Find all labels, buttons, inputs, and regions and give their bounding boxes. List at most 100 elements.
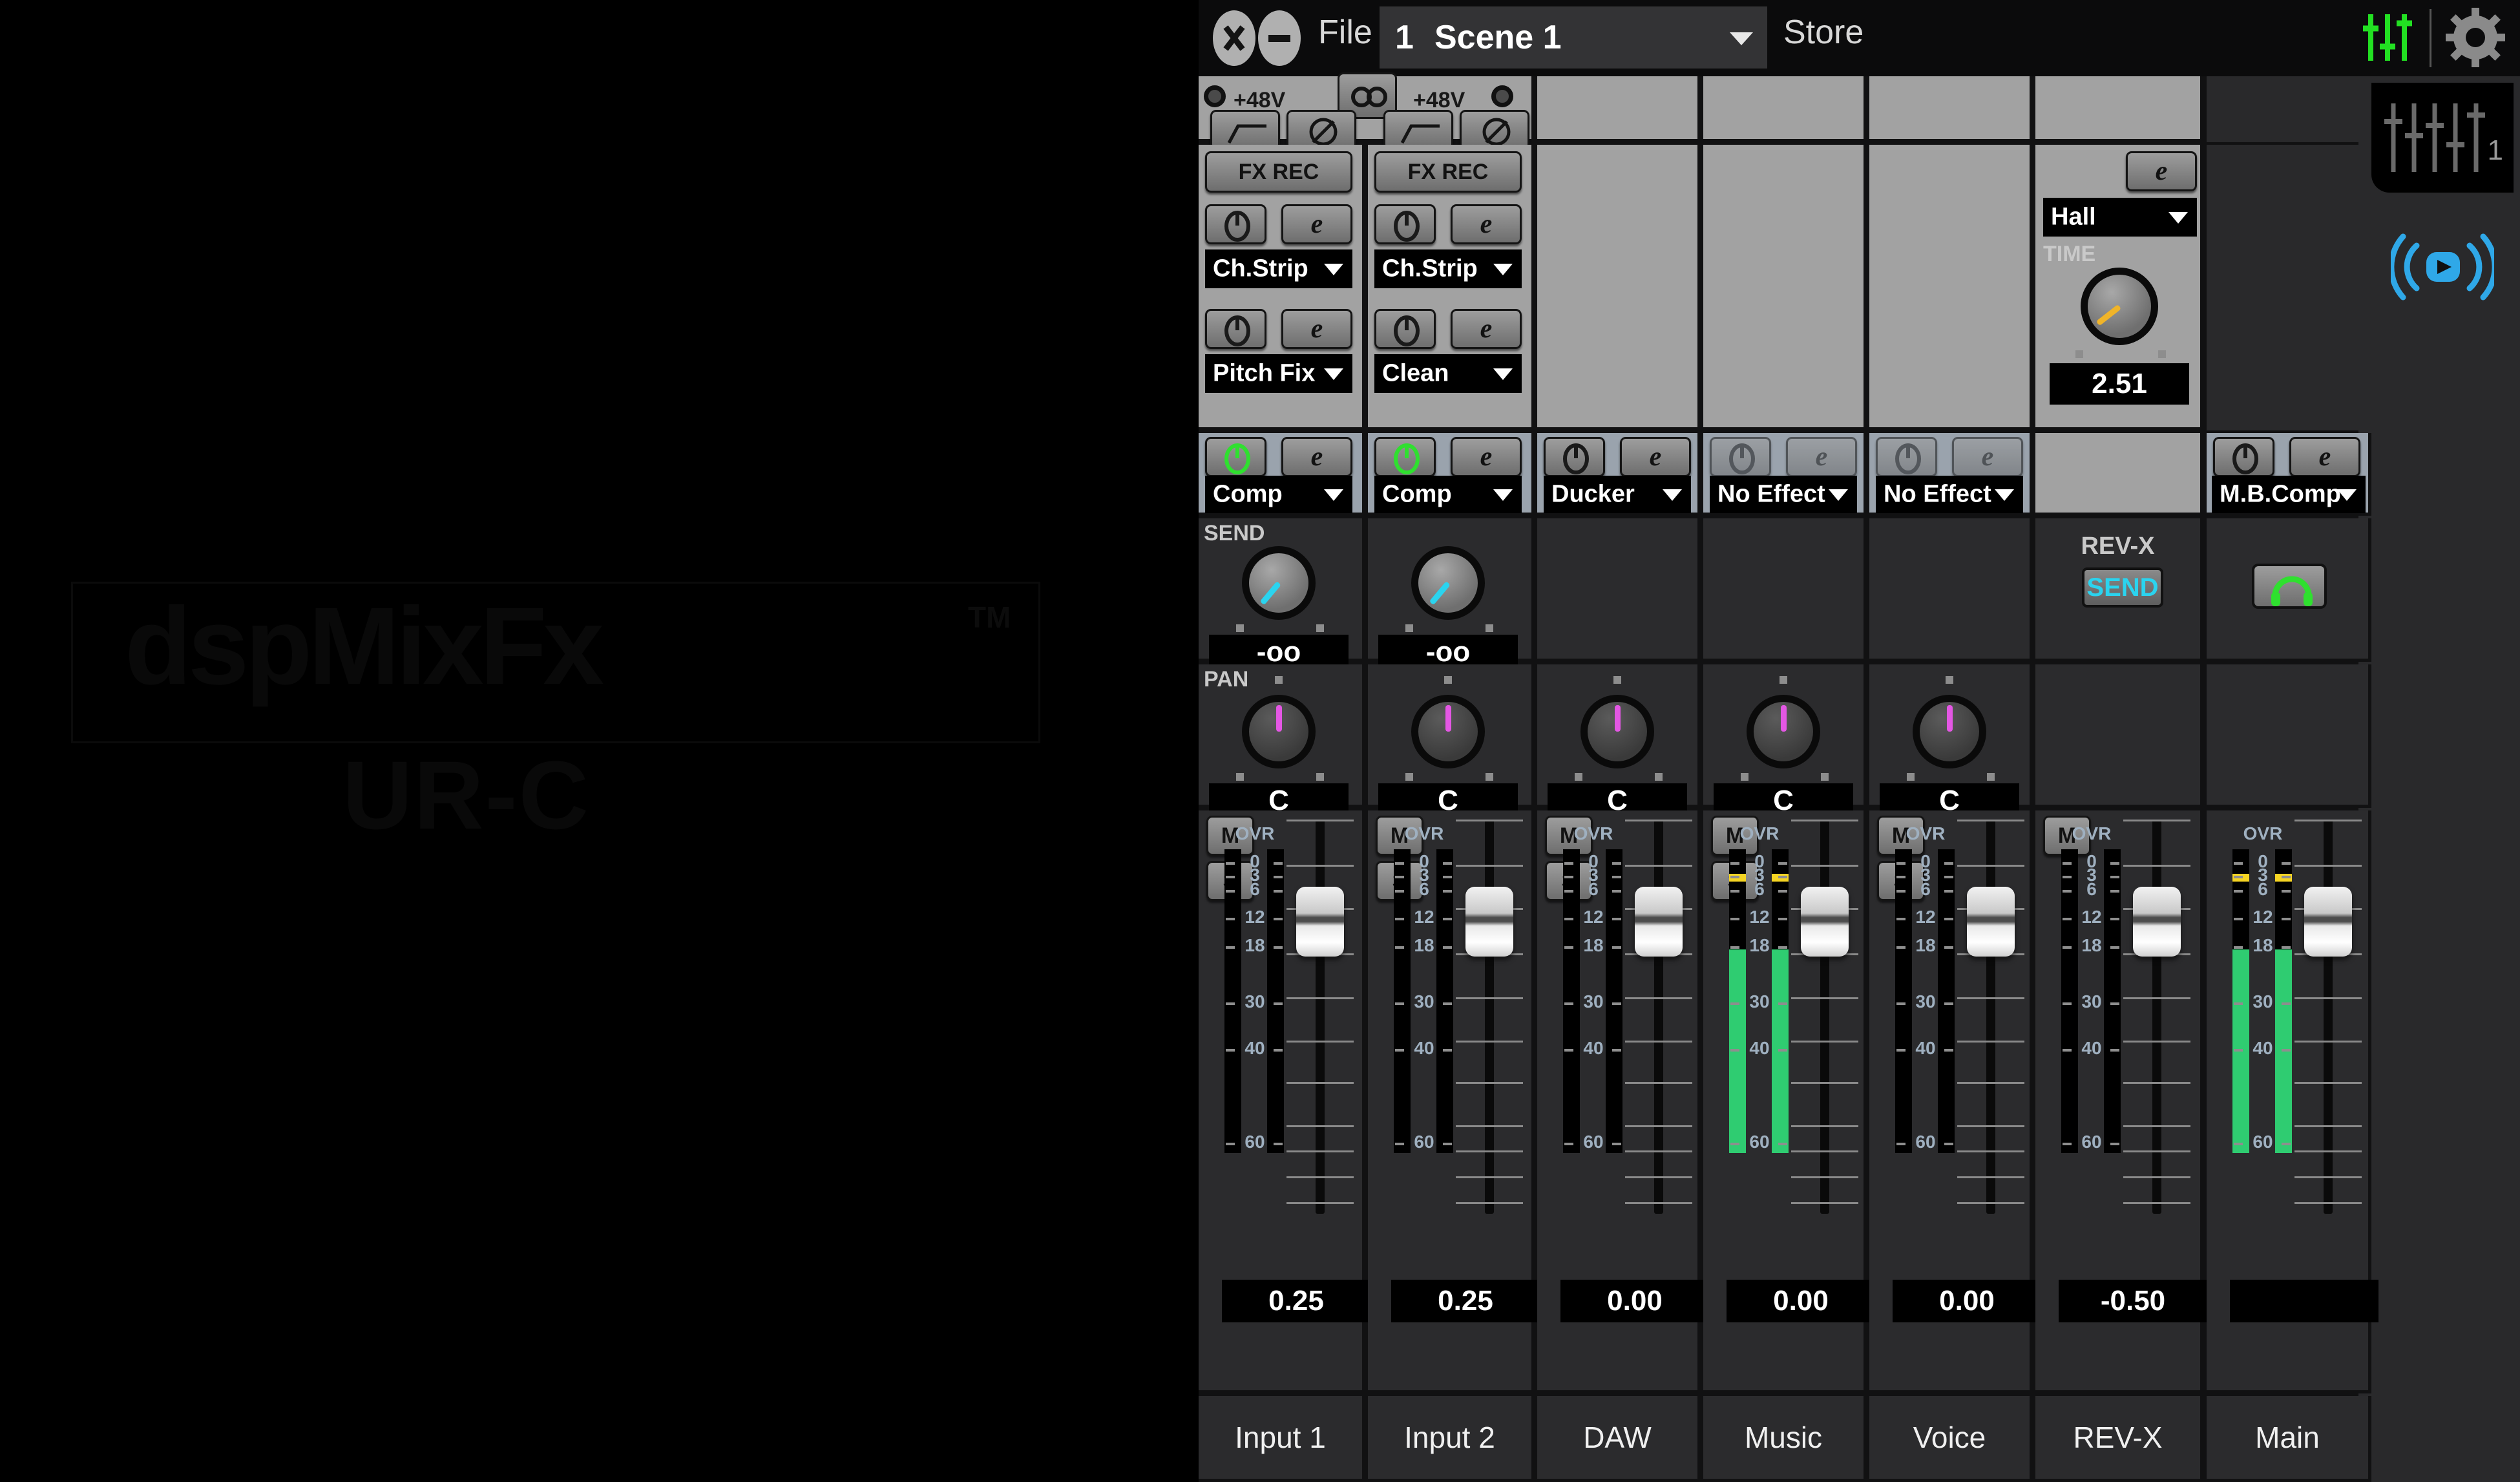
file-menu[interactable]: File [1318,13,1372,52]
channel-name-cell[interactable]: Music [1703,1396,1867,1482]
power-toggle-button[interactable] [2213,437,2274,477]
highpass-filter-icon[interactable] [1210,110,1280,150]
pan-knob[interactable] [1747,695,1820,768]
fader-track[interactable] [1820,820,1829,1214]
edit-button[interactable]: e [2289,437,2360,477]
edit-button[interactable]: e [1281,204,1352,244]
fader-handle[interactable] [2133,886,2181,957]
fader-handle[interactable] [1296,886,1344,957]
edit-button[interactable]: e [1451,204,1522,244]
channel-name-cell[interactable]: Voice [1869,1396,2033,1482]
channel-name-cell[interactable]: Input 1 [1199,1396,1365,1482]
meter-scale-label: 18 [1749,935,1770,955]
pan-knob[interactable] [1913,695,1986,768]
power-toggle-button[interactable] [1374,204,1436,244]
fader-scale-line [1456,1201,1523,1204]
effect-select[interactable]: No Effect [1710,476,1857,513]
power-toggle-button[interactable] [1544,437,1605,477]
phase-invert-icon[interactable] [1460,110,1529,150]
reverb-time-knob[interactable] [2081,268,2158,345]
edit-button[interactable]: e [1451,309,1522,349]
power-toggle-button[interactable] [1710,437,1771,477]
channel-strip-select[interactable]: Ch.Strip [1205,249,1352,288]
power-toggle-button[interactable] [1205,204,1266,244]
empty-cell [2207,76,2371,142]
channel-name-cell[interactable]: Main [2207,1396,2371,1482]
channel-strip-select[interactable]: Ch.Strip [1374,249,1522,288]
knob-tick-right [1316,624,1324,632]
fader-track[interactable] [1986,820,1995,1214]
power-toggle-button[interactable] [1374,309,1436,349]
gear-icon[interactable] [2446,8,2505,67]
meter-ovr-label: OVR [1906,823,1946,843]
effect-select[interactable]: Comp [1374,476,1522,513]
power-toggle-button[interactable] [1876,437,1937,477]
minimize-icon[interactable] [1258,10,1301,66]
pan-knob[interactable] [1242,695,1316,768]
channel-name-cell[interactable]: DAW [1537,1396,1701,1482]
amp-select[interactable]: Clean [1374,354,1522,393]
fader-scale-line [1957,1176,2024,1179]
phase-invert-icon[interactable] [1286,110,1356,150]
fader-scale-line [1791,1176,1858,1179]
scene-select[interactable]: 1 Scene 1 [1380,6,1767,69]
reverb-type-select[interactable]: Hall [2043,198,2197,237]
faders-icon[interactable] [2362,10,2413,65]
power-toggle-button[interactable] [1205,437,1266,477]
knob-tick-top [1275,676,1283,684]
fader-handle[interactable] [1967,886,2015,957]
pan-knob[interactable] [1580,695,1654,768]
fader-track[interactable] [2324,820,2333,1214]
edit-button[interactable]: e [1620,437,1691,477]
fader-value: 0.00 [1893,1280,2041,1322]
amp-select[interactable]: Pitch Fix [1205,354,1352,393]
channel-name-cell[interactable]: Input 2 [1368,1396,1535,1482]
effect-select[interactable]: No Effect [1876,476,2023,513]
edit-button[interactable]: e [1281,309,1352,349]
reverb-send-toggle[interactable]: SEND [2082,567,2163,608]
power-toggle-button[interactable] [1205,309,1266,349]
store-button[interactable]: Store [1783,13,1864,52]
edit-button[interactable]: e [1786,437,1857,477]
edit-button[interactable]: e [2126,151,2197,191]
headphone-icon[interactable] [2252,564,2327,609]
fx-rec-button[interactable]: FX REC [1374,151,1522,193]
fader-handle[interactable] [1465,886,1513,957]
edit-button[interactable]: e [1952,437,2023,477]
edit-button[interactable]: e [1281,437,1352,477]
effect-select[interactable]: Ducker [1544,476,1691,513]
close-icon[interactable] [1213,10,1255,66]
effect-select[interactable]: Comp [1205,476,1352,513]
send-knob[interactable] [1411,546,1485,620]
broadcast-icon[interactable] [2388,226,2498,310]
edit-button[interactable]: e [1451,437,1522,477]
fader-track[interactable] [2152,820,2161,1214]
channel-name-cell[interactable]: REV-X [2035,1396,2203,1482]
meter-tick [2282,1048,2291,1052]
meter-tick [2063,890,2072,893]
meter-tick [2282,946,2291,949]
main-effect-select[interactable]: M.B.Comp [2212,476,2366,513]
power-toggle-button[interactable] [1374,437,1436,477]
fader-scale-line [1957,1201,2024,1204]
fader-track[interactable] [1316,820,1325,1214]
highpass-filter-icon[interactable] [1383,110,1453,150]
meter-scale-label: 30 [1749,991,1770,1011]
fader-track[interactable] [1654,820,1663,1214]
fader-handle[interactable] [2304,886,2352,957]
mixer-tab-1[interactable]: 1 [2371,83,2514,193]
effect-slot-cell: e No Effect [1703,433,1867,516]
fader-scale-line [1957,820,2024,821]
phantom-power-indicator-2[interactable] [1491,85,1513,107]
meter-ovr-label: OVR [2243,823,2283,843]
send-knob[interactable] [1242,546,1316,620]
phantom-power-indicator-1[interactable] [1204,85,1226,107]
reverb-time-label: TIME [2043,242,2096,266]
fader-track[interactable] [1485,820,1494,1214]
fader-handle[interactable] [1801,886,1849,957]
fader-handle[interactable] [1635,886,1683,957]
meter-tick [1896,862,1906,865]
pan-knob[interactable] [1411,695,1485,768]
pan-cell: C [1537,664,1701,818]
fx-rec-button[interactable]: FX REC [1205,151,1352,193]
